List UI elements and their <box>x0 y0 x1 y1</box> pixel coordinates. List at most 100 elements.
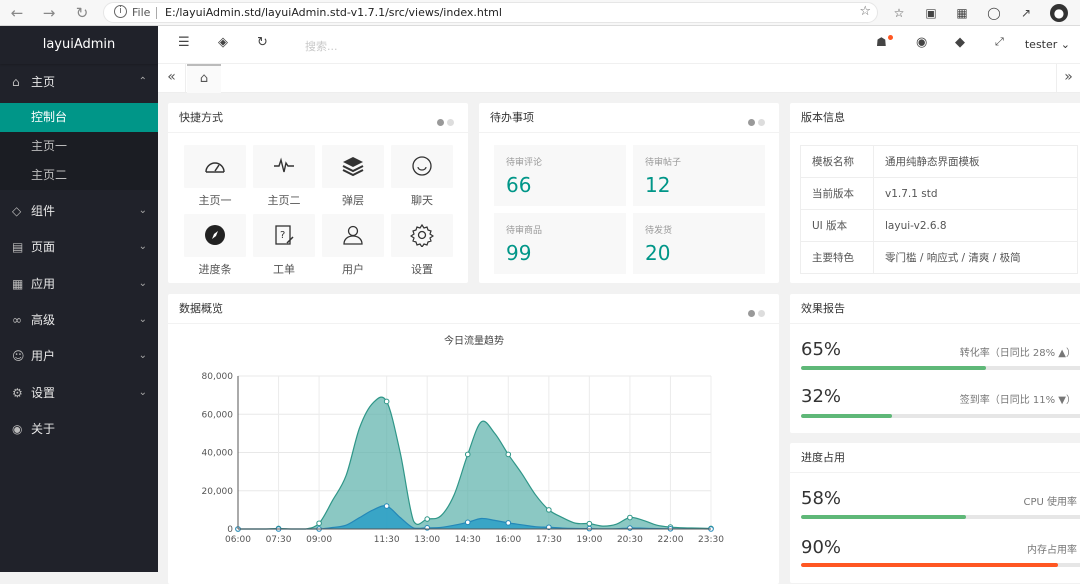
chart-title: 今日流量趋势 <box>444 334 504 347</box>
todo-label: 待审帖子 <box>645 158 682 168</box>
bell-icon[interactable]: ☗ <box>876 35 893 49</box>
browser-toolbar: ← → ↻ i File E:/layuiAdmin.std/layuiAdmi… <box>0 0 1080 26</box>
menu-about[interactable]: ◉ 关于 <box>0 411 158 447</box>
submenu-console[interactable]: 控制台 <box>0 103 158 132</box>
tag-icon[interactable]: ◆ <box>955 35 965 50</box>
x-tick-label: 07:30 <box>266 535 292 545</box>
submenu-home-one[interactable]: 主页一 <box>0 132 158 161</box>
tabs-scroll-right-icon[interactable]: » <box>1056 64 1080 93</box>
menu-home[interactable]: ⌂ 主页 ⌃ <box>0 64 158 100</box>
memory-usage-bar <box>801 563 1080 567</box>
chevron-down-icon: ⌄ <box>138 205 147 216</box>
menu-pages[interactable]: ▤ 页面 ⌄ <box>0 229 158 265</box>
user-menu[interactable]: tester ⌄ <box>1025 38 1070 51</box>
card-title: 待办事项 <box>479 103 779 133</box>
menu-apps[interactable]: ▦ 应用 ⌄ <box>0 266 158 302</box>
profile-avatar[interactable]: ● <box>1050 4 1068 22</box>
refresh-icon[interactable]: ↻ <box>257 35 268 50</box>
shortcut-label: 弹层 <box>342 194 364 207</box>
logo[interactable]: layuiAdmin <box>0 26 158 64</box>
data-point <box>464 451 471 458</box>
x-tick-label: 11:30 <box>374 535 400 545</box>
menu-settings[interactable]: ⚙ 设置 ⌄ <box>0 375 158 411</box>
user-icon: ☺ <box>12 349 25 363</box>
theme-icon[interactable]: ◉ <box>916 35 927 50</box>
shortcut-label: 主页一 <box>198 194 232 207</box>
submenu-label: 主页二 <box>31 168 68 182</box>
x-tick-label: 19:00 <box>576 535 602 545</box>
globe-icon[interactable]: ◈ <box>218 35 228 50</box>
conversion-rate-value: 65% <box>801 339 842 360</box>
menu-label: 设置 <box>31 386 56 400</box>
menu-components[interactable]: ◇ 组件 ⌄ <box>0 193 158 229</box>
share-icon[interactable]: ↗ <box>1017 4 1035 22</box>
shortcut-form[interactable]: ? 工单 <box>253 214 315 281</box>
card-title: 效果报告 <box>790 294 1080 324</box>
shortcut-settings[interactable]: 设置 <box>391 214 453 281</box>
home-icon: ⌂ <box>12 75 20 89</box>
chevron-down-icon: ⌄ <box>138 314 147 325</box>
y-tick-label: 0 <box>227 525 233 535</box>
pulse-icon <box>274 157 294 173</box>
shortcut-label: 聊天 <box>411 194 433 207</box>
gear-icon <box>410 223 434 247</box>
chevron-down-icon: ⌄ <box>138 278 147 289</box>
carousel-dots[interactable] <box>434 115 454 126</box>
url-text[interactable]: E:/layuiAdmin.std/layuiAdmin.std-v1.7.1/… <box>165 6 502 19</box>
x-tick-label: 06:00 <box>225 535 251 545</box>
shortcut-label: 设置 <box>411 263 433 276</box>
gauge-icon <box>205 162 225 173</box>
forward-icon[interactable]: → <box>40 4 58 22</box>
fullscreen-icon[interactable]: ⤢ <box>995 35 1004 49</box>
card-title: 进度占用 <box>790 443 1080 473</box>
favorite-star-icon[interactable]: ☆ <box>859 4 871 19</box>
menu-senior[interactable]: ∞ 高级 ⌄ <box>0 302 158 338</box>
shortcut-progress[interactable]: 进度条 <box>184 214 246 281</box>
shortcut-layer[interactable]: 弹层 <box>322 145 384 212</box>
todo-count: 20 <box>645 241 671 265</box>
page-icon: ▤ <box>12 240 24 254</box>
shield-icon[interactable]: ◯ <box>985 4 1003 22</box>
x-tick-label: 23:30 <box>698 535 724 545</box>
y-tick-label: 60,000 <box>202 410 234 420</box>
chevron-down-icon: ⌄ <box>1060 38 1070 51</box>
menu-label: 用户 <box>31 349 56 363</box>
compass-icon <box>205 225 225 245</box>
tabs-scroll-left-icon[interactable]: « <box>158 64 186 93</box>
card-title: 版本信息 <box>790 103 1080 133</box>
menu-users[interactable]: ☺ 用户 ⌄ <box>0 338 158 374</box>
reload-icon[interactable]: ↻ <box>73 4 91 22</box>
menu-label: 高级 <box>31 313 56 327</box>
todo-pending-posts[interactable]: 待审帖子 12 <box>633 145 765 206</box>
info-icon[interactable]: i <box>114 5 127 18</box>
carousel-dots[interactable] <box>745 306 765 317</box>
tab-home-icon[interactable]: ⌂ <box>187 64 221 93</box>
shortcut-label: 用户 <box>342 263 364 276</box>
todo-pending-shipping[interactable]: 待发货 20 <box>633 213 765 274</box>
search-input[interactable]: 搜索... <box>305 38 338 54</box>
favorites-icon[interactable]: ☆ <box>890 4 908 22</box>
x-tick-label: 22:00 <box>657 535 683 545</box>
collections-icon[interactable]: ▣ <box>922 4 940 22</box>
effect-card: 效果报告 65% 转化率（日同比 28% ▲） 32% 签到率（日同比 11% … <box>790 294 1080 433</box>
shortcut-user[interactable]: 用户 <box>322 214 384 281</box>
shortcut-chat[interactable]: 聊天 <box>391 145 453 212</box>
menu-label: 主页 <box>31 75 56 89</box>
carousel-dots[interactable] <box>745 115 765 126</box>
todo-pending-comments[interactable]: 待审评论 66 <box>494 145 626 206</box>
address-divider <box>156 7 157 19</box>
submenu-home-two[interactable]: 主页二 <box>0 161 158 190</box>
shortcut-home-one[interactable]: 主页一 <box>184 145 246 212</box>
todo-count: 99 <box>506 241 532 265</box>
table-value: v1.7.1 std <box>873 177 1078 210</box>
card-title: 数据概览 <box>168 294 779 324</box>
shrink-menu-icon[interactable]: ☰ <box>178 35 190 50</box>
data-point <box>316 520 322 527</box>
back-icon[interactable]: ← <box>8 4 26 22</box>
traffic-area-chart: 今日流量趋势 0 20,000 40,000 60,000 80,000 06:00 07:… <box>202 334 725 545</box>
address-bar[interactable]: i File E:/layuiAdmin.std/layuiAdmin.std-… <box>103 2 878 23</box>
todo-pending-goods[interactable]: 待审商品 99 <box>494 213 626 274</box>
x-tick-label: 17:30 <box>536 535 562 545</box>
extensions-icon[interactable]: ▦ <box>953 4 971 22</box>
shortcut-home-two[interactable]: 主页二 <box>253 145 315 212</box>
